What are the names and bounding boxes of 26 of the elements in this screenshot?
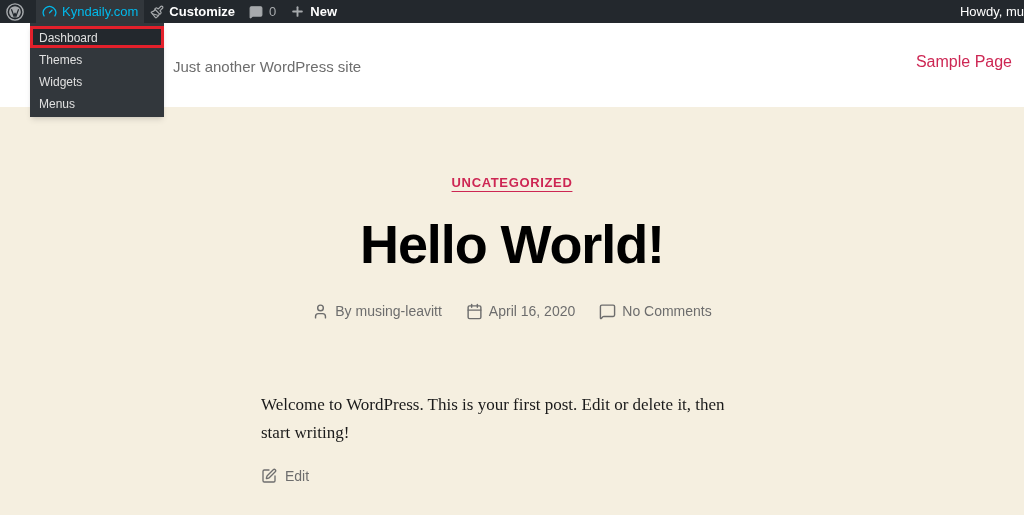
- comments-link[interactable]: No Comments: [622, 300, 712, 322]
- category-link[interactable]: UNCATEGORIZED: [451, 173, 573, 193]
- plus-icon: [290, 4, 306, 19]
- edit-link[interactable]: Edit: [285, 465, 310, 487]
- post-title: Hello World!: [360, 216, 664, 271]
- site-name-link[interactable]: Kyndaily.com: [36, 0, 145, 23]
- comment-icon: [599, 302, 617, 320]
- date-link[interactable]: April 16, 2020: [488, 300, 576, 322]
- calendar-icon: [465, 302, 483, 320]
- customize-link[interactable]: Customize: [150, 1, 236, 22]
- site-menu-item[interactable]: Themes: [30, 48, 164, 70]
- greeting-text[interactable]: Howdy, mu: [943, 1, 1024, 22]
- site-menu-item[interactable]: Widgets: [30, 70, 164, 92]
- new-link[interactable]: New: [290, 1, 338, 22]
- comment-icon: [249, 4, 264, 19]
- post-body: Welcome to WordPress. This is your first post. Edit or delete it, then start writing!: [261, 393, 726, 444]
- site-menu-item[interactable]: Menus: [30, 92, 164, 114]
- comments-link[interactable]: 0: [249, 1, 277, 22]
- edit-icon: [261, 468, 277, 484]
- wordpress-logo-icon[interactable]: [6, 2, 24, 21]
- site-tagline: Just another WordPress site: [173, 56, 362, 77]
- brush-icon: [150, 4, 165, 19]
- site-menu-item[interactable]: Dashboard: [30, 26, 164, 48]
- dashboard-gauge-icon: [42, 4, 57, 19]
- nav-link[interactable]: Sample Page: [915, 50, 1012, 74]
- author-link[interactable]: By musing-leavitt: [335, 300, 442, 322]
